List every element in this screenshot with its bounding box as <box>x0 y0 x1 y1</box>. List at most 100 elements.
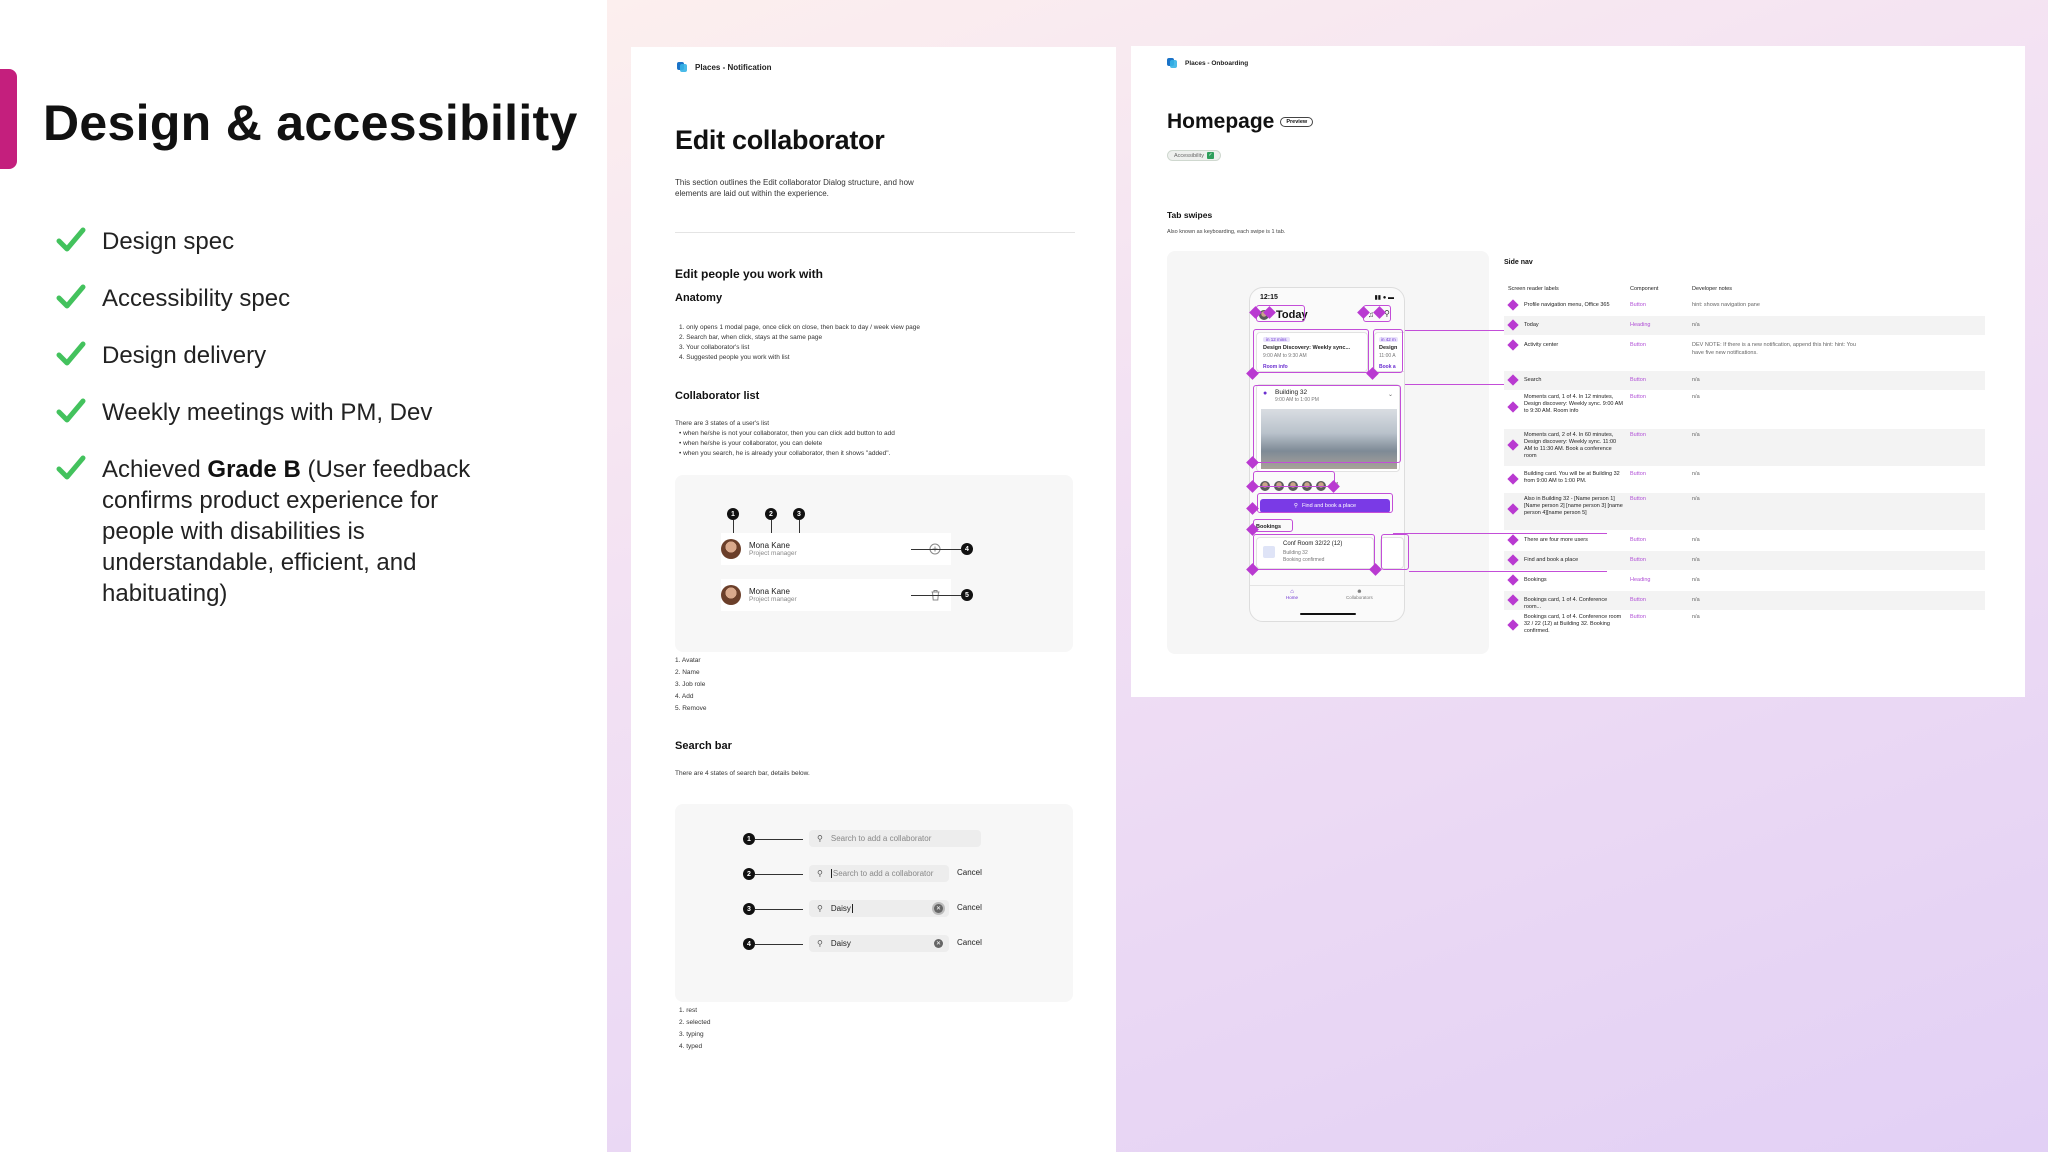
check-icon <box>56 227 86 252</box>
search-states-panel: 1 ⚲ Search to add a collaborator 2 ⚲ Searc… <box>675 804 1073 1002</box>
nav-collaborators[interactable]: ☻ Collaborators <box>1346 589 1373 600</box>
bullet-item: Accessibility spec <box>56 283 496 314</box>
slide-title: Design & accessibility <box>43 95 578 151</box>
side-nav-title: Side nav <box>1504 259 1533 266</box>
bullet-text: Design spec <box>102 228 235 255</box>
column-header: Component <box>1630 286 1659 292</box>
table-row: Bookings card, 1 of 4. Conference room..… <box>1504 591 1985 610</box>
home-indicator <box>1300 613 1356 615</box>
state-marker-2: 2 <box>743 868 755 880</box>
status-time: 12:15 <box>1260 294 1278 301</box>
search-input-rest[interactable]: ⚲ Search to add a collaborator <box>809 830 981 847</box>
state-marker-4: 4 <box>743 938 755 950</box>
annotation-box <box>1253 329 1369 373</box>
collaborator-role: Project manager <box>749 595 797 603</box>
doc-header-label: Places - Notification <box>695 62 772 72</box>
search-bar-title: Search bar <box>675 740 732 752</box>
accent-bar <box>0 69 17 169</box>
anatomy-title: Anatomy <box>675 292 723 304</box>
places-logo-icon <box>1167 58 1177 68</box>
collaborator-list-title: Collaborator list <box>675 390 760 402</box>
table-row: Find and book a place Button n/a <box>1504 551 1985 570</box>
doc-header: Places - Notification <box>677 62 771 72</box>
table-row: Today Heading n/a <box>1504 316 1985 335</box>
cancel-button[interactable]: Cancel <box>957 938 982 947</box>
cancel-button[interactable]: Cancel <box>957 868 982 877</box>
homepage-doc: Places - Onboarding Homepage Preview Acce… <box>1131 46 2025 697</box>
table-row: There are four more users Button n/a <box>1504 531 1985 550</box>
search-input-typed[interactable]: ⚲ Daisy <box>809 935 949 952</box>
table-row: Moments card, 2 of 4. In 60 minutes, Des… <box>1504 429 1985 466</box>
annotation-box <box>1381 534 1409 570</box>
search-icon: ⚲ <box>817 834 823 843</box>
marker-4: 4 <box>961 543 973 555</box>
search-state-names: 1. rest 2. selected 3. typing 4. typed <box>679 1007 711 1050</box>
state-marker-3: 3 <box>743 903 755 915</box>
avatar <box>721 585 741 605</box>
annotation-box <box>1253 471 1335 487</box>
bullet-text: Weekly meetings with PM, Dev <box>102 399 433 426</box>
divider <box>675 232 1075 233</box>
tab-swipes-title: Tab swipes <box>1167 210 1213 220</box>
annotation-box <box>1373 329 1403 373</box>
search-icon: ⚲ <box>817 869 823 878</box>
doc-header-label: Places - Onboarding <box>1185 59 1249 67</box>
marker-3: 3 <box>793 508 805 520</box>
slide-left-panel: Design & accessibility Design spec Acces… <box>0 0 607 1152</box>
collaborator-name: Mona Kane <box>749 586 790 596</box>
state-marker-1: 1 <box>743 833 755 845</box>
bullet-item: Weekly meetings with PM, Dev <box>56 397 496 428</box>
bullet-text: Design delivery <box>102 342 267 369</box>
anatomy-list: 1. only opens 1 modal page, once click o… <box>679 324 921 361</box>
check-icon: ✓ <box>1206 152 1214 159</box>
check-icon <box>56 341 86 366</box>
grade-highlight: Grade B <box>207 456 301 483</box>
clear-icon[interactable]: ✕ <box>934 939 943 948</box>
anatomy-parts-list: 1. Avatar 2. Name 3. Job role 4. Add 5. … <box>675 657 707 712</box>
nav-home[interactable]: ⌂ Home <box>1286 589 1298 600</box>
annotation-box <box>1257 493 1393 513</box>
bullet-list: Design spec Accessibility spec Design de… <box>56 226 496 635</box>
edit-collaborator-doc: Places - Notification Edit collaborator … <box>631 47 1116 1152</box>
table-row: Also in Building 32 - [Name person 1] [N… <box>1504 493 1985 530</box>
collaborator-list-desc: There are 3 states of a user's list • wh… <box>675 420 895 457</box>
doc-header: Places - Onboarding <box>1167 58 1248 68</box>
tab-swipes-desc: Also known as keyboarding, each swipe is… <box>1167 229 1286 235</box>
table-row: Profile navigation menu, Office 365 Butto… <box>1504 296 1985 315</box>
avatar <box>721 539 741 559</box>
doc-title: Edit collaborator <box>675 125 885 155</box>
collaborator-role: Project manager <box>749 549 797 557</box>
marker-1: 1 <box>727 508 739 520</box>
section-title: Edit people you work with <box>675 267 824 281</box>
doc-title: Homepage Preview <box>1167 110 1314 134</box>
search-input-selected[interactable]: ⚲ Search to add a collaborator <box>809 865 949 882</box>
search-input-typing[interactable]: ⚲ Daisy <box>809 900 949 917</box>
table-row: Moments card, 1 of 4. In 12 minutes, Des… <box>1504 391 1985 428</box>
search-icon: ⚲ <box>817 939 823 948</box>
table-row: Activity center Button DEV NOTE: If there … <box>1504 336 1985 370</box>
check-icon <box>56 284 86 309</box>
design-canvas: Places - Notification Edit collaborator … <box>607 0 2048 1152</box>
screen-reader-table: Side nav Screen reader labels Component … <box>1504 259 1985 679</box>
marker-2: 2 <box>765 508 777 520</box>
check-icon <box>56 398 86 423</box>
doc-intro: This section outlines the Edit collabora… <box>675 178 914 198</box>
bullet-item: Design delivery <box>56 340 496 371</box>
marker-5: 5 <box>961 589 973 601</box>
annotation-box <box>1253 385 1401 463</box>
bullet-item: Design spec <box>56 226 496 257</box>
table-row: Building card. You will be at Building 3… <box>1504 467 1985 492</box>
collaborator-name: Mona Kane <box>749 540 790 550</box>
cancel-button[interactable]: Cancel <box>957 903 982 912</box>
preview-pill: Preview <box>1280 117 1314 128</box>
clear-icon[interactable]: ✕ <box>934 904 943 913</box>
bullet-text: Accessibility spec <box>102 285 291 312</box>
column-header: Screen reader labels <box>1508 286 1559 292</box>
bullet-item: Achieved Grade B (User feedback confirms… <box>56 454 496 609</box>
bullet-text: Achieved Grade B (User feedback confirms… <box>102 456 471 607</box>
table-row: Bookings card, 1 of 4. Conference room 3… <box>1504 611 1985 643</box>
table-row: Search Button n/a <box>1504 371 1985 390</box>
status-icons: ▮▮ ● ▬ <box>1374 295 1394 301</box>
places-logo-icon <box>677 62 687 72</box>
search-icon: ⚲ <box>817 904 823 913</box>
